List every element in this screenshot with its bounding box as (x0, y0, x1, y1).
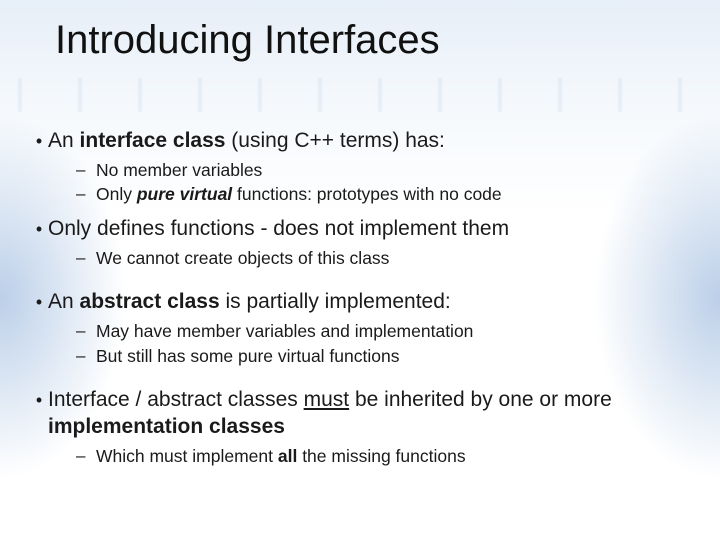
text: be inherited by one or more (349, 388, 612, 411)
dash-icon: – (76, 247, 96, 269)
text: An (48, 290, 80, 313)
text: Only (96, 184, 137, 204)
sub-text: Which must implement all the missing fun… (96, 445, 466, 467)
sub-bullet: –But still has some pure virtual functio… (76, 345, 690, 367)
decorative-band (0, 78, 720, 112)
sub-bullet: –Which must implement all the missing fu… (76, 445, 690, 467)
dash-icon: – (76, 345, 96, 367)
dash-icon: – (76, 445, 96, 467)
text-bold-italic: pure virtual (137, 184, 232, 204)
sub-bullet: –Only pure virtual functions: prototypes… (76, 183, 690, 205)
slide-title: Introducing Interfaces (55, 18, 440, 63)
bullet-2-text: Only defines functions - does not implem… (48, 216, 509, 243)
bullet-icon: • (30, 216, 48, 243)
dash-icon: – (76, 159, 96, 181)
bullet-list: • An interface class (using C++ terms) h… (30, 128, 690, 467)
text: An (48, 129, 80, 152)
text-bold: interface class (80, 129, 226, 152)
sub-text: But still has some pure virtual function… (96, 345, 399, 367)
text-underline: must (304, 388, 350, 411)
text: the missing functions (297, 446, 465, 466)
sub-text: May have member variables and implementa… (96, 320, 473, 342)
text-bold: all (278, 446, 297, 466)
bullet-icon: • (30, 289, 48, 316)
sub-bullet: –May have member variables and implement… (76, 320, 690, 342)
dash-icon: – (76, 320, 96, 342)
sub-list: –No member variables –Only pure virtual … (76, 159, 690, 206)
text-bold: abstract class (80, 290, 220, 313)
sub-bullet: –No member variables (76, 159, 690, 181)
text: is partially implemented: (220, 290, 451, 313)
bullet-1-text: An interface class (using C++ terms) has… (48, 128, 445, 155)
sub-list: –Which must implement all the missing fu… (76, 445, 690, 467)
dash-icon: – (76, 183, 96, 205)
bullet-3-text: An abstract class is partially implement… (48, 289, 451, 316)
text: (using C++ terms) has: (225, 129, 444, 152)
sub-list: –May have member variables and implement… (76, 320, 690, 367)
sub-list: –We cannot create objects of this class (76, 247, 690, 269)
bullet-4: • Interface / abstract classes must be i… (30, 377, 690, 467)
text: Interface / abstract classes (48, 388, 304, 411)
bullet-icon: • (30, 128, 48, 155)
text-bold: implementation classes (48, 415, 285, 438)
bullet-1: • An interface class (using C++ terms) h… (30, 128, 690, 206)
sub-text: We cannot create objects of this class (96, 247, 389, 269)
bullet-2: • Only defines functions - does not impl… (30, 216, 690, 269)
bullet-icon: • (30, 387, 48, 414)
text: functions: prototypes with no code (232, 184, 501, 204)
slide: Introducing Interfaces • An interface cl… (0, 0, 720, 540)
slide-content: • An interface class (using C++ terms) h… (30, 128, 690, 477)
sub-bullet: –We cannot create objects of this class (76, 247, 690, 269)
bullet-4-text: Interface / abstract classes must be inh… (48, 387, 690, 441)
sub-text: No member variables (96, 159, 262, 181)
bullet-3: • An abstract class is partially impleme… (30, 279, 690, 367)
text: Which must implement (96, 446, 278, 466)
sub-text: Only pure virtual functions: prototypes … (96, 183, 502, 205)
